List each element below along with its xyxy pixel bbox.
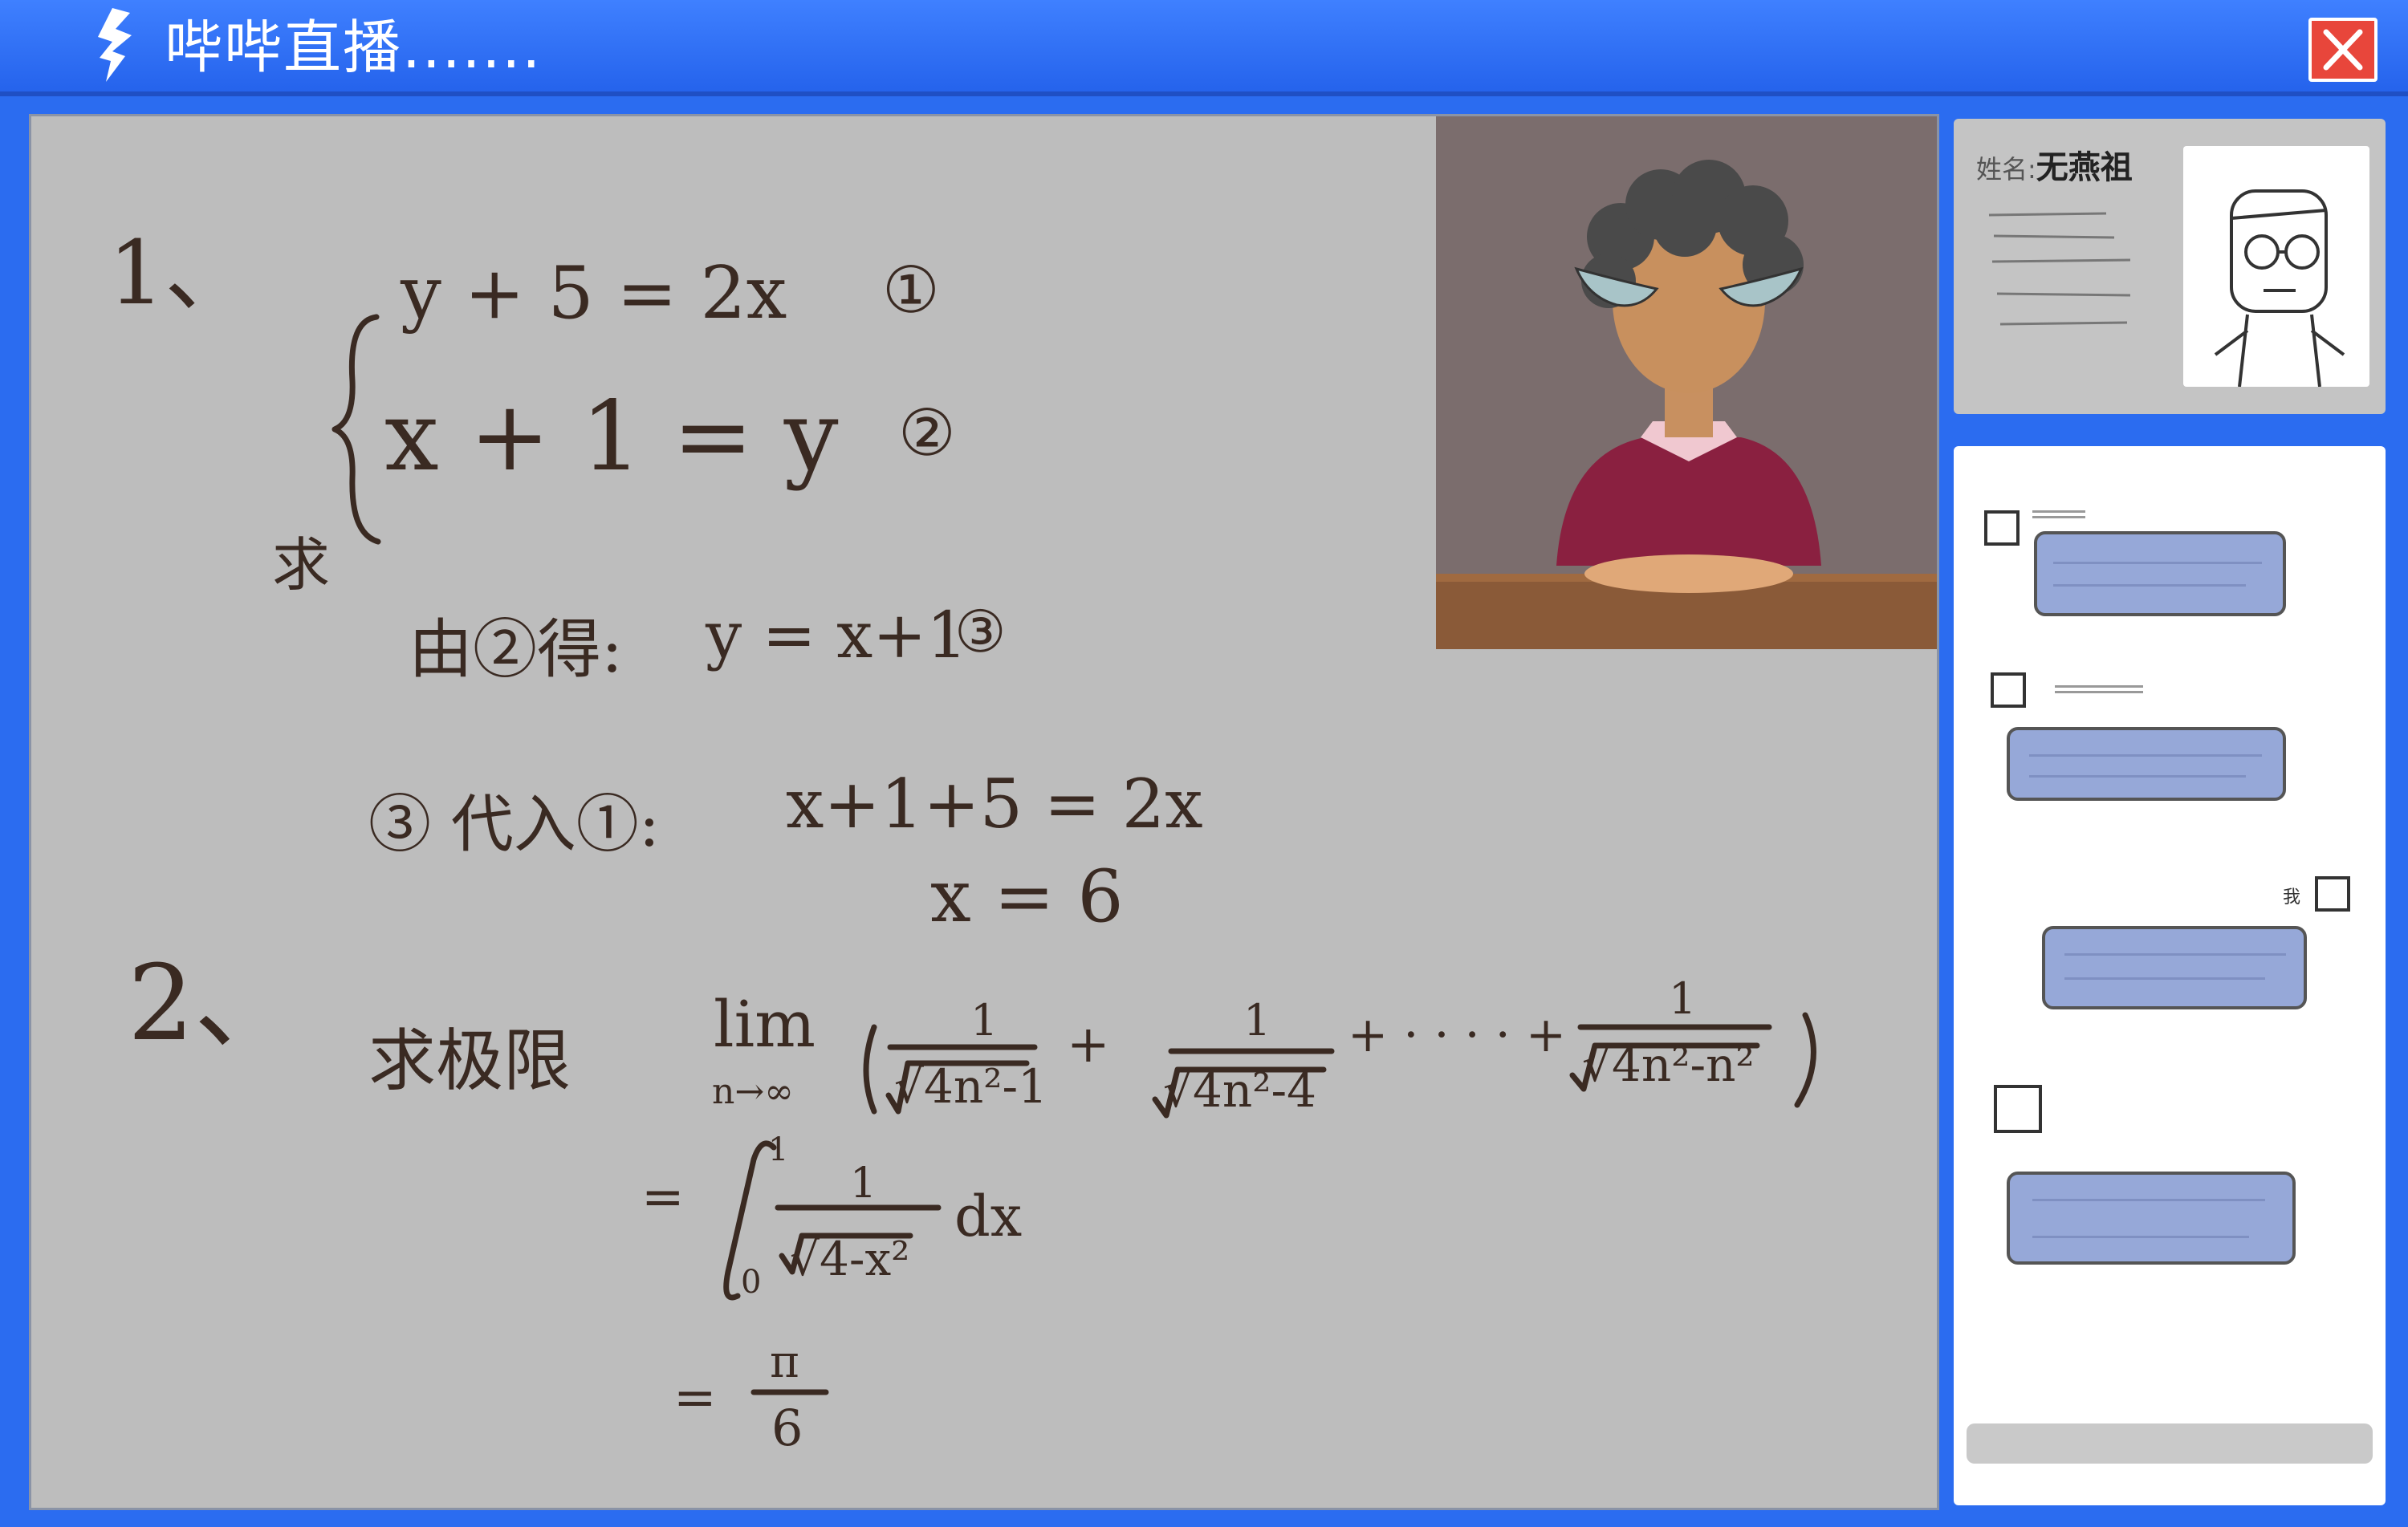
window-title: 哔哔直播....... [165, 14, 543, 81]
q1-number: 1、 [108, 221, 253, 324]
q2-label: 求极限 [368, 1021, 571, 1100]
message-bubble [2034, 531, 2286, 616]
student-avatar-icon [2214, 189, 2345, 388]
q2-dx: dx [954, 1184, 1023, 1249]
q2-integrand-num: 1 [850, 1159, 877, 1208]
profile-name: 姓名:无燕祖 [1976, 141, 2133, 188]
student-profile-card: 姓名:无燕祖 [1954, 119, 2386, 414]
title-bar: 哔哔直播....... [0, 0, 2408, 96]
user-avatar-icon [1994, 1085, 2042, 1133]
chat-message [1994, 1085, 2339, 1269]
lightning-logo-icon [98, 8, 132, 82]
q2-plus-1: + [1067, 1015, 1110, 1074]
q2-term2-den: √4n²-4 [1163, 1063, 1316, 1118]
chat-message [1984, 510, 2297, 623]
message-bubble [2007, 727, 2286, 801]
q2-integrand-den: √4-x² [790, 1232, 910, 1286]
whiteboard: 1、 y + 5 = 2x ① x + 1 = y ② 求 由②得: y = x… [29, 114, 1939, 1510]
q2-term2-num: 1 [1243, 995, 1271, 1046]
q1-equation-2-tag: ② [898, 396, 956, 470]
user-avatar-icon [2315, 876, 2350, 912]
q2-answer-den: 6 [771, 1399, 803, 1457]
q1-step2-label: ③ 代入①: [368, 789, 661, 861]
sender-name [2032, 510, 2085, 518]
user-avatar-icon [1991, 672, 2026, 708]
name-label: 姓名: [1976, 154, 2036, 185]
teacher-avatar-icon [1436, 160, 1937, 649]
q2-equals-1: = [641, 1168, 685, 1227]
q2-term3-num: 1 [1669, 973, 1697, 1024]
chat-message [1991, 672, 2312, 801]
message-bubble [2007, 1172, 2296, 1265]
sender-name [2055, 685, 2143, 693]
q1-step1: y = x+1 [706, 598, 968, 672]
q2-dots: + · · · · + [1348, 1007, 1567, 1063]
message-bubble [2042, 926, 2307, 1009]
q2-term3-den: √4n²-n² [1582, 1038, 1755, 1092]
q2-integral-lower: 0 [741, 1264, 762, 1301]
q1-equation-2: x + 1 = y [384, 381, 839, 493]
q1-step1-tag: ③ [954, 598, 1007, 665]
q2-lim: lim [714, 987, 816, 1062]
q2-term1-den: √4n²-1 [894, 1059, 1047, 1114]
user-avatar-icon [1984, 510, 2020, 546]
q1-equation-1: y + 5 = 2x [401, 251, 787, 335]
chat-panel: 我 [1954, 446, 2386, 1505]
q1-solve-label: 求 [272, 531, 331, 599]
chat-input[interactable] [1967, 1423, 2373, 1464]
q1-result: x = 6 [930, 855, 1124, 939]
q2-number: 2、 [128, 942, 299, 1064]
profile-info-lines [1988, 212, 2131, 326]
q1-step1-label: 由②得: [409, 612, 623, 687]
name-value: 无燕祖 [2036, 149, 2133, 186]
q1-step2: x+1+5 = 2x [786, 765, 1203, 843]
q2-term1-num: 1 [970, 995, 999, 1046]
sender-name: 我 [2283, 887, 2301, 908]
avatar [2183, 146, 2369, 388]
q2-lim-sub: n→∞ [712, 1071, 794, 1112]
q2-answer-num: π [770, 1336, 799, 1388]
close-button[interactable] [2308, 18, 2377, 82]
teacher-video [1436, 116, 1937, 649]
q2-equals-2: = [673, 1368, 717, 1428]
q1-equation-1-tag: ① [882, 253, 940, 327]
chat-message-self: 我 [2042, 876, 2363, 1013]
close-icon [2323, 29, 2363, 71]
q2-integral-upper: 1 [768, 1131, 789, 1168]
